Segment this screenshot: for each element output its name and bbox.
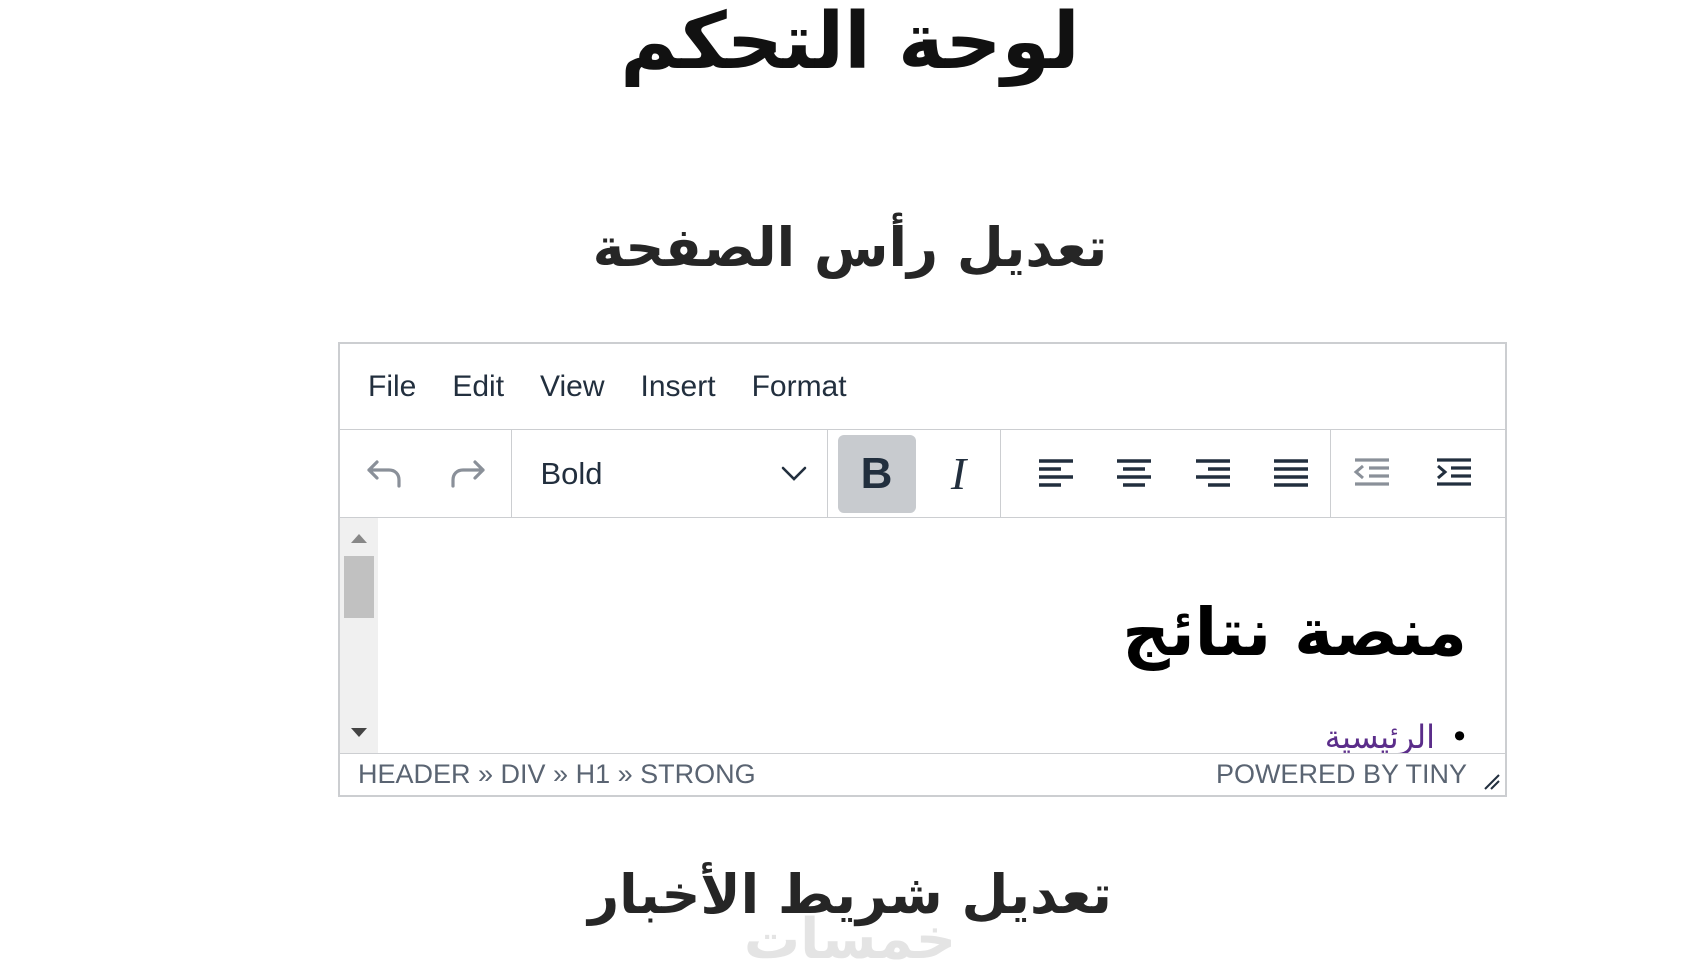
rich-text-editor[interactable]: File Edit View Insert Format Bold B I من… xyxy=(338,342,1507,797)
block-format-select[interactable]: Bold xyxy=(512,430,828,517)
bold-button[interactable]: B xyxy=(837,434,916,513)
editor-menubar: File Edit View Insert Format xyxy=(340,344,1505,430)
align-left-button[interactable] xyxy=(1019,435,1093,513)
indent-icon xyxy=(1437,457,1471,486)
powered-by-link[interactable]: POWERED BY TINY xyxy=(1216,759,1467,790)
site-watermark: خمسات xyxy=(743,907,957,972)
menu-file[interactable]: File xyxy=(358,362,426,412)
text-style-group: B I xyxy=(828,430,1001,517)
scrollbar-thumb[interactable] xyxy=(344,556,374,618)
undo-icon xyxy=(367,459,401,488)
outdent-button[interactable] xyxy=(1333,435,1411,513)
document-list-item[interactable]: الرئيسية xyxy=(1325,718,1470,753)
menu-view[interactable]: View xyxy=(530,362,614,412)
redo-icon xyxy=(451,459,485,488)
align-right-icon xyxy=(1195,458,1230,487)
scroll-down-arrow-icon[interactable] xyxy=(351,728,367,737)
indent-group xyxy=(1331,430,1505,517)
align-center-icon xyxy=(1117,458,1152,487)
bold-icon: B xyxy=(860,448,893,498)
editor-content-area[interactable]: منصة نتائج الرئيسية xyxy=(340,518,1505,754)
align-justify-icon xyxy=(1273,458,1308,487)
menu-insert[interactable]: Insert xyxy=(631,362,726,412)
menu-edit[interactable]: Edit xyxy=(442,362,514,412)
menu-format[interactable]: Format xyxy=(742,362,857,412)
indent-button[interactable] xyxy=(1415,435,1493,513)
document-heading[interactable]: منصة نتائج xyxy=(1122,588,1467,678)
editor-statusbar: HEADER » DIV » H1 » STRONG POWERED BY TI… xyxy=(340,754,1505,795)
section-title-header: تعديل رأس الصفحة xyxy=(592,216,1108,279)
redo-button[interactable] xyxy=(428,435,506,513)
align-center-button[interactable] xyxy=(1097,435,1171,513)
align-justify-button[interactable] xyxy=(1254,435,1328,513)
page-title: لوحة التحكم xyxy=(620,0,1080,87)
chevron-down-icon xyxy=(781,466,806,481)
align-left-icon xyxy=(1039,458,1074,487)
block-format-value: Bold xyxy=(540,455,603,491)
undo-button[interactable] xyxy=(346,435,424,513)
outdent-icon xyxy=(1353,457,1389,486)
element-path[interactable]: HEADER » DIV » H1 » STRONG xyxy=(358,759,756,790)
scroll-up-arrow-icon[interactable] xyxy=(351,534,367,543)
italic-button[interactable]: I xyxy=(920,435,998,513)
italic-icon: I xyxy=(950,448,967,499)
document-nav-list: الرئيسية xyxy=(1325,718,1470,753)
editor-toolbar: Bold B I xyxy=(340,430,1505,518)
resize-handle-icon[interactable] xyxy=(1481,771,1501,791)
align-right-button[interactable] xyxy=(1176,435,1250,513)
alignment-group xyxy=(1001,430,1331,517)
history-group xyxy=(340,430,513,517)
editor-scrollbar[interactable] xyxy=(340,518,378,753)
